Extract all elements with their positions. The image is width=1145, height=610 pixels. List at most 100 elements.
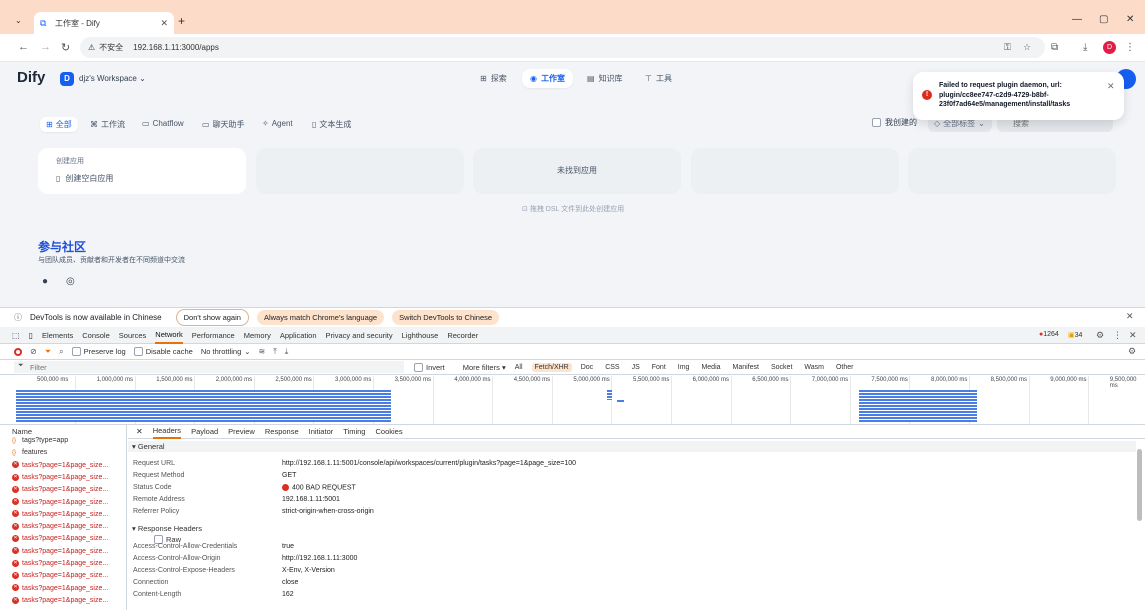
settings-gear-icon[interactable]: ⚙ — [1096, 330, 1104, 341]
filter-input[interactable] — [14, 361, 404, 373]
detail-tab-timing[interactable]: Timing — [343, 425, 365, 438]
tab-lighthouse[interactable]: Lighthouse — [402, 328, 439, 343]
tab-recorder[interactable]: Recorder — [447, 328, 478, 343]
checkbox-box[interactable] — [71, 347, 81, 356]
back-icon[interactable]: ← — [18, 41, 29, 53]
type-other[interactable]: Other — [833, 363, 857, 372]
type-js[interactable]: JS — [629, 363, 643, 372]
tab-memory[interactable]: Memory — [244, 328, 271, 343]
switch-to-chinese-button[interactable]: Switch DevTools to Chinese — [392, 310, 500, 325]
profile-avatar[interactable]: D — [1103, 41, 1116, 54]
dont-show-again-button[interactable]: Don't show again — [175, 309, 249, 326]
tab-console[interactable]: Console — [82, 328, 110, 343]
bookmark-star-icon[interactable]: ☆ — [1023, 42, 1031, 53]
menu-kebab-icon[interactable]: ⋮ — [1125, 42, 1135, 53]
import-har-icon[interactable]: ⤒ — [273, 347, 277, 357]
request-row[interactable]: ✕ tasks?page=1&page_size... — [12, 497, 108, 509]
detail-scrollbar[interactable] — [1137, 449, 1142, 521]
always-match-language-button[interactable]: Always match Chrome's language — [256, 310, 385, 325]
toast-close-icon[interactable]: ✕ — [1107, 81, 1115, 92]
throttling-select[interactable]: No throttling ⌄ — [201, 347, 251, 356]
filter-text-gen[interactable]: ▯ 文本生成 — [306, 117, 357, 132]
type-img[interactable]: Img — [675, 363, 693, 372]
detail-close-icon[interactable]: ✕ — [136, 427, 143, 436]
tab-sources[interactable]: Sources — [119, 328, 147, 343]
record-icon[interactable] — [14, 347, 22, 356]
request-row[interactable]: ✕ tasks?page=1&page_size... — [12, 509, 108, 521]
create-blank-app-button[interactable]: ▯ 创建空白应用 — [56, 173, 228, 184]
reload-icon[interactable]: ↻ — [61, 41, 70, 54]
request-row[interactable]: ✕ tasks?page=1&page_size... — [12, 472, 108, 484]
type-doc[interactable]: Doc — [578, 363, 596, 372]
detail-tab-headers[interactable]: Headers — [152, 424, 182, 439]
browser-tab[interactable]: ⧉ 工作室 - Dify ✕ — [34, 12, 174, 34]
checkbox-box[interactable] — [133, 347, 143, 356]
raw-checkbox[interactable]: Raw — [154, 534, 1136, 545]
download-icon[interactable]: ⤓ — [1083, 42, 1087, 53]
tab-list-chevron-icon[interactable]: ⌄ — [15, 16, 22, 25]
maximize-icon[interactable]: ▢ — [1099, 14, 1108, 25]
filter-funnel-icon[interactable]: ⏷ — [45, 347, 51, 357]
request-row[interactable]: ✕ tasks?page=1&page_size... — [12, 460, 108, 472]
discord-icon[interactable]: ◎ — [66, 276, 75, 287]
tab-network[interactable]: Network — [155, 327, 183, 344]
warning-count[interactable]: ▣34 — [1068, 331, 1082, 339]
detail-tab-payload[interactable]: Payload — [191, 425, 218, 438]
more-options-icon[interactable]: ⋮ — [1113, 330, 1122, 341]
type-css[interactable]: CSS — [602, 363, 622, 372]
forward-icon[interactable]: → — [40, 41, 51, 53]
nav-studio[interactable]: ◉ 工作室 — [522, 69, 573, 88]
request-row[interactable]: ✕ tasks?page=1&page_size... — [12, 570, 108, 582]
dify-logo[interactable]: Dify — [17, 69, 45, 86]
device-toolbar-icon[interactable]: ▯ — [29, 331, 33, 340]
my-created-checkbox[interactable]: 我创建的 — [872, 117, 917, 128]
request-row[interactable]: ✕ tasks?page=1&page_size... — [12, 558, 108, 570]
export-har-icon[interactable]: ⤓ — [285, 347, 289, 357]
detail-tab-initiator[interactable]: Initiator — [309, 425, 334, 438]
network-settings-gear-icon[interactable]: ⚙ — [1128, 346, 1136, 357]
nav-explore[interactable]: ⊞ 探索 — [480, 73, 507, 84]
nav-tools[interactable]: ⊤ 工具 — [645, 73, 672, 84]
request-row[interactable]: {} tags?type=app — [12, 435, 68, 447]
infobar-close-icon[interactable]: ✕ — [1126, 311, 1134, 322]
filter-all[interactable]: ⊞ 全部 — [40, 117, 78, 132]
error-count[interactable]: ●1264 — [1039, 331, 1059, 338]
search-icon[interactable]: ⌕ — [59, 347, 63, 357]
extensions-icon[interactable]: ⧉ — [1051, 42, 1058, 53]
workspace-avatar[interactable]: D — [60, 72, 74, 86]
tab-performance[interactable]: Performance — [192, 328, 235, 343]
filter-chatflow[interactable]: ▭ Chatflow — [136, 117, 190, 130]
request-row[interactable]: ✕ tasks?page=1&page_size... — [12, 484, 108, 496]
request-row[interactable]: ✕ tasks?page=1&page_size... — [12, 595, 108, 607]
detail-tab-preview[interactable]: Preview — [228, 425, 255, 438]
detail-tab-cookies[interactable]: Cookies — [375, 425, 402, 438]
inspect-icon[interactable]: ⬚ — [12, 331, 20, 340]
devtools-close-icon[interactable]: ✕ — [1129, 330, 1137, 341]
github-icon[interactable]: ● — [42, 276, 48, 287]
address-bar[interactable]: ⚠ 不安全 192.168.1.11:3000/apps — [80, 37, 1045, 58]
window-close-icon[interactable]: ✕ — [1126, 14, 1134, 25]
invert-checkbox[interactable]: Invert — [414, 362, 445, 372]
tab-privacy[interactable]: Privacy and security — [326, 328, 393, 343]
type-fetch-xhr[interactable]: Fetch/XHR — [531, 362, 572, 372]
nav-knowledge[interactable]: ▤ 知识库 — [587, 73, 623, 84]
type-wasm[interactable]: Wasm — [801, 363, 827, 372]
new-tab-icon[interactable]: + — [178, 14, 185, 28]
type-socket[interactable]: Socket — [768, 363, 795, 372]
wifi-icon[interactable]: ≋ — [259, 347, 266, 356]
request-row[interactable]: ✕ tasks?page=1&page_size... — [12, 546, 108, 558]
request-row[interactable]: {} features — [12, 447, 47, 459]
filter-workflow[interactable]: ⌘ 工作流 — [84, 117, 131, 132]
tab-elements[interactable]: Elements — [42, 328, 73, 343]
workspace-selector[interactable]: djz's Workspace ⌄ — [79, 74, 146, 83]
filter-agent[interactable]: ✧ Agent — [256, 117, 299, 130]
minimize-icon[interactable]: — — [1072, 14, 1082, 25]
type-font[interactable]: Font — [649, 363, 669, 372]
request-row[interactable]: ✕ tasks?page=1&page_size... — [12, 533, 108, 545]
disable-cache-checkbox[interactable]: Disable cache — [133, 347, 193, 356]
tab-close-icon[interactable]: ✕ — [160, 18, 168, 29]
request-row[interactable]: ✕ tasks?page=1&page_size... — [12, 521, 108, 533]
general-section-header[interactable]: ▾ General — [128, 441, 1136, 452]
more-filters-dropdown[interactable]: More filters ▾ — [463, 363, 506, 372]
type-all[interactable]: All — [512, 363, 526, 372]
